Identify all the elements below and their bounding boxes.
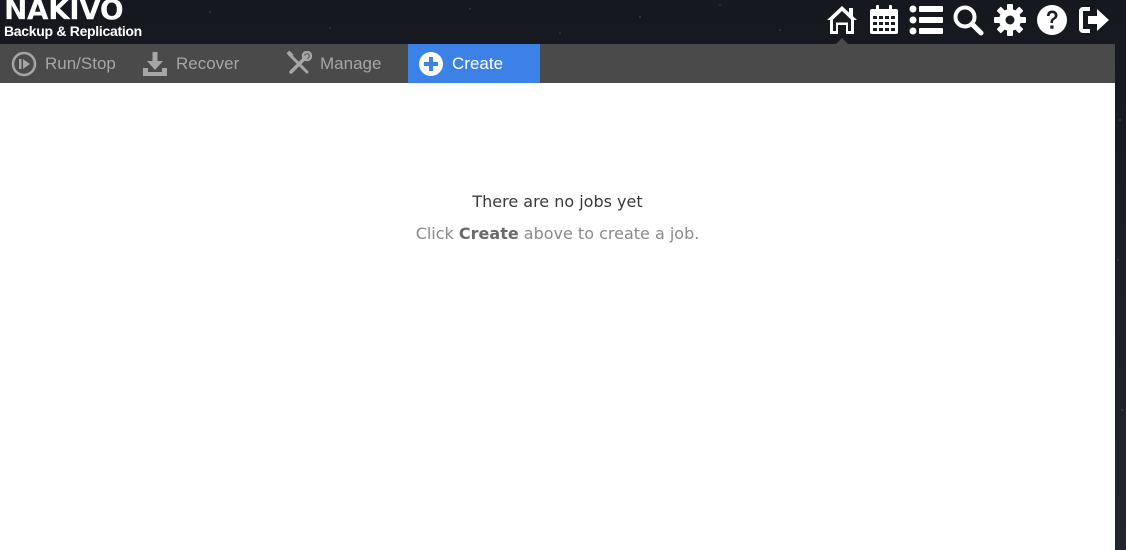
- recover-button[interactable]: Recover: [142, 44, 286, 83]
- run-stop-button[interactable]: Run/Stop: [0, 44, 142, 83]
- hint-text-before: Click: [415, 224, 459, 243]
- create-button[interactable]: Create: [408, 44, 540, 83]
- hint-create-link[interactable]: Create: [459, 224, 519, 243]
- main-toolbar: Run/Stop Recover Manage Create: [0, 44, 1115, 83]
- hint-text-after: above to create a job.: [518, 224, 700, 243]
- run-stop-label: Run/Stop: [45, 53, 116, 73]
- logo-title: NAKIVO: [4, 0, 124, 26]
- calendar-icon[interactable]: [866, 0, 902, 40]
- wrench-screwdriver-icon: [286, 50, 312, 77]
- create-label: Create: [452, 53, 504, 73]
- recover-label: Recover: [176, 53, 240, 73]
- logout-icon[interactable]: [1076, 0, 1112, 40]
- run-stop-icon: [11, 51, 37, 77]
- top-nav-icons: [818, 0, 1112, 44]
- empty-state-title: There are no jobs yet: [472, 192, 643, 211]
- manage-label: Manage: [320, 53, 382, 73]
- list-icon[interactable]: [908, 0, 944, 40]
- empty-state-hint: Click Create above to create a job.: [0, 224, 1115, 244]
- app-header: NAKIVO Backup & Replication: [0, 0, 1126, 44]
- home-icon[interactable]: [824, 0, 860, 44]
- download-icon: [142, 51, 168, 77]
- manage-button[interactable]: Manage: [286, 44, 408, 83]
- help-icon[interactable]: [1034, 0, 1070, 40]
- plus-circle-icon: [418, 51, 444, 77]
- logo-subtitle: Backup & Replication: [4, 23, 142, 39]
- search-icon[interactable]: [950, 0, 986, 40]
- nakivo-logo: NAKIVO Backup & Replication: [4, 0, 142, 39]
- jobs-panel: There are no jobs yet Click Create above…: [0, 83, 1115, 550]
- gear-icon[interactable]: [992, 0, 1028, 40]
